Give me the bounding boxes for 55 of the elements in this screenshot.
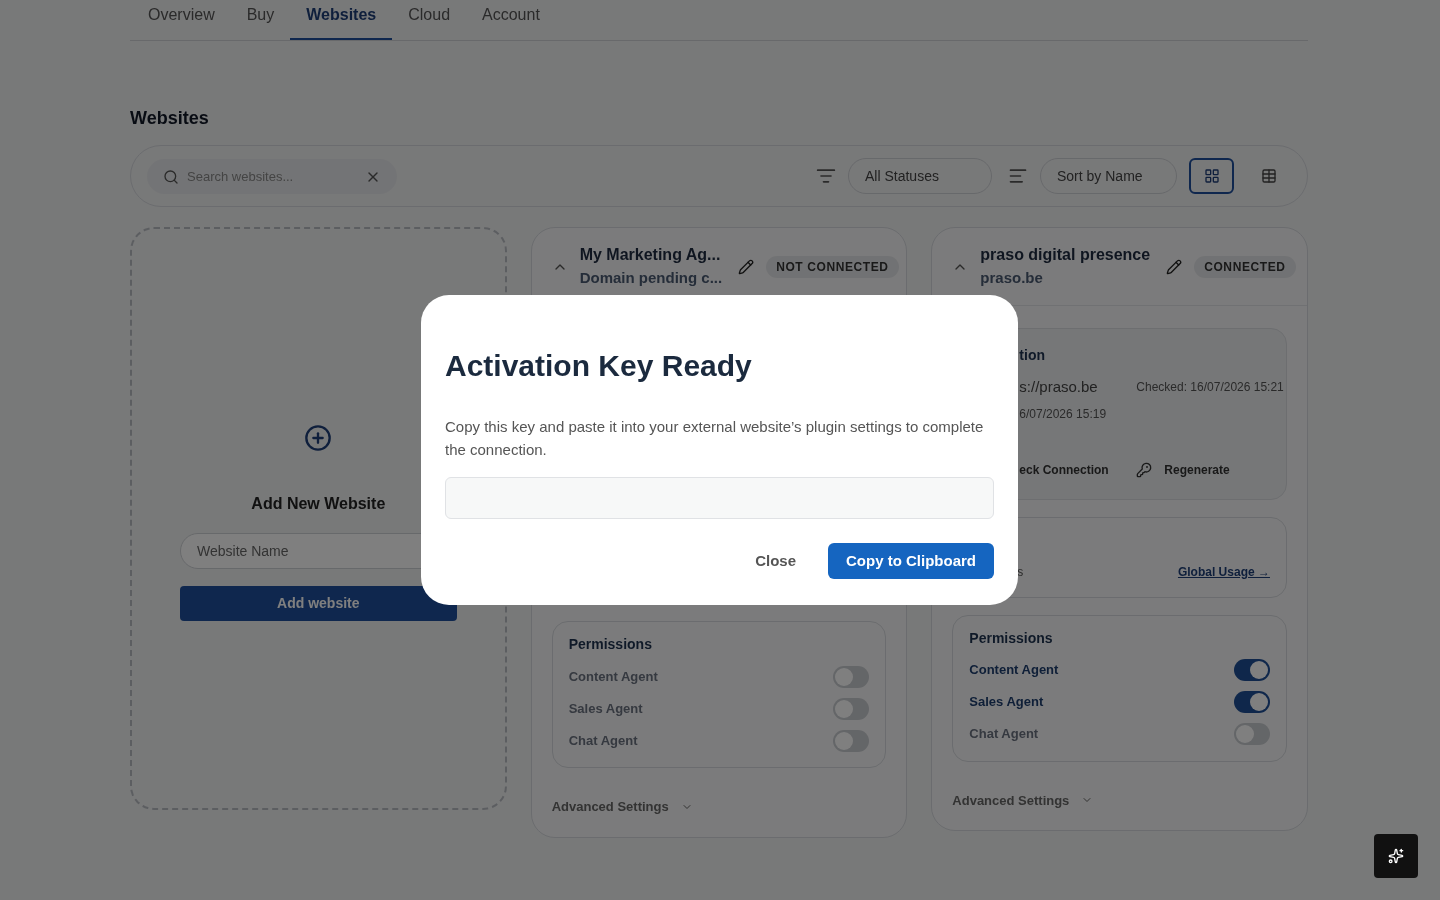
- toggle-switch[interactable]: [833, 665, 870, 688]
- checked-time: Checked: 16/07/2026 15:21: [1136, 379, 1284, 396]
- advanced-settings-toggle[interactable]: Advanced Settings: [551, 797, 887, 817]
- nav-tab[interactable]: Buy: [230, 0, 291, 40]
- toggle-switch[interactable]: [833, 729, 870, 752]
- toggle-switch[interactable]: [1234, 659, 1270, 681]
- sort-icon[interactable]: [1008, 166, 1028, 186]
- toggle-switch[interactable]: [833, 697, 870, 720]
- status-badge: CONNECTED: [1194, 255, 1296, 278]
- assistant-button[interactable]: [1374, 834, 1418, 878]
- add-icon[interactable]: [304, 424, 333, 452]
- close-button[interactable]: Close: [755, 549, 796, 573]
- permission-label: Content Agent: [969, 661, 1059, 680]
- advanced-settings-toggle[interactable]: Advanced Settings: [952, 790, 1287, 810]
- activation-key-field[interactable]: [445, 477, 994, 519]
- search-icon: [163, 168, 179, 185]
- website-title: praso digital presence: [980, 245, 1151, 266]
- permission-label: Content Agent: [568, 667, 658, 686]
- connection-url: s://praso.be: [1019, 377, 1099, 397]
- grid-view-button[interactable]: [1189, 158, 1234, 194]
- nav-tab[interactable]: Cloud: [392, 0, 467, 40]
- nav-tab[interactable]: Websites: [290, 0, 393, 40]
- nav-tab[interactable]: Account: [466, 0, 556, 40]
- sparkle-icon: [1388, 848, 1404, 864]
- permission-label: Sales Agent: [568, 699, 643, 718]
- dialog-title: Activation Key Ready: [445, 351, 753, 381]
- permission-label: Chat Agent: [969, 725, 1039, 744]
- connection-heading: tion: [1019, 346, 1046, 365]
- edit-icon[interactable]: [738, 258, 755, 275]
- add-website-button[interactable]: Add website: [180, 586, 457, 621]
- permission-label: Sales Agent: [969, 693, 1044, 712]
- usage-label: s: [1017, 563, 1024, 581]
- page-title: Websites: [130, 107, 210, 130]
- filter-icon[interactable]: [816, 166, 836, 186]
- permissions-heading: Permissions: [568, 635, 653, 654]
- nav-tab[interactable]: Overview: [132, 0, 231, 40]
- table-icon: [1260, 168, 1277, 184]
- website-domain: Domain pending c...: [579, 268, 723, 289]
- global-usage-link[interactable]: Global Usage →: [1177, 562, 1270, 581]
- check-connection-button[interactable]: eck Connection: [1019, 460, 1137, 479]
- website-title: My Marketing Ag...: [579, 245, 722, 266]
- toggle-switch[interactable]: [1234, 691, 1270, 713]
- permission-label: Chat Agent: [568, 731, 638, 750]
- edit-icon[interactable]: [1166, 258, 1183, 275]
- add-website-heading: Add New Website: [251, 494, 386, 514]
- website-domain: praso.be: [980, 268, 1044, 289]
- permissions-heading: Permissions: [969, 628, 1054, 648]
- connected-date: 6/07/2026 15:19: [1019, 405, 1108, 423]
- copy-button[interactable]: Copy to Clipboard: [828, 543, 994, 579]
- regenerate-button[interactable]: Regenerate: [1136, 460, 1284, 479]
- key-icon: [1136, 461, 1153, 478]
- status-badge: NOT CONNECTED: [766, 255, 899, 278]
- dialog-message: Copy this key and paste it into your external website’s plugin settings to complete the connection.: [445, 417, 985, 460]
- toggle-switch[interactable]: [1234, 723, 1270, 745]
- grid-icon: [1203, 168, 1220, 184]
